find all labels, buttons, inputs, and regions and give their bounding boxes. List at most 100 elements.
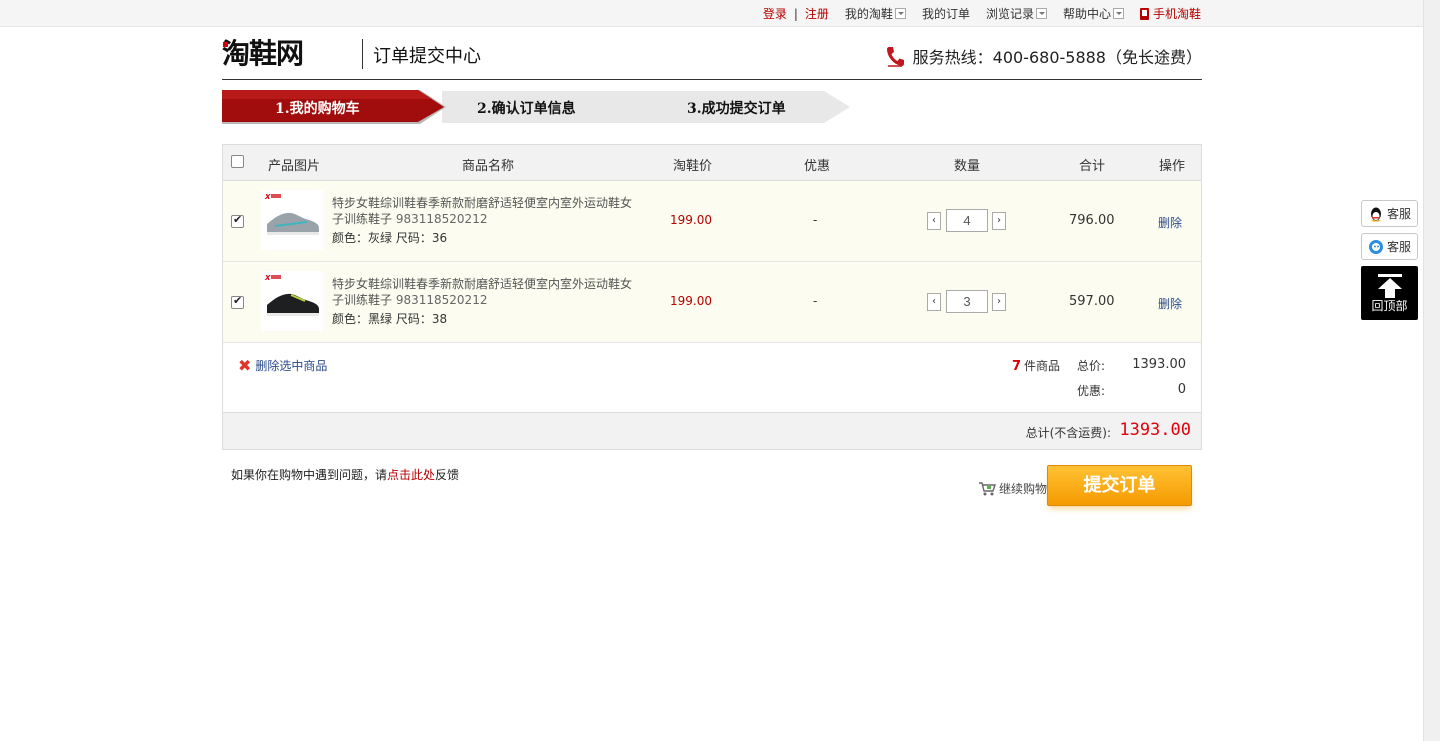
item-checkbox[interactable] <box>231 213 244 228</box>
my-orders-link[interactable]: 我的订单 <box>922 5 970 22</box>
vertical-scrollbar[interactable] <box>1423 0 1440 741</box>
wangwang-icon <box>1369 239 1383 254</box>
header-subtotal: 合计 <box>1079 159 1106 174</box>
step-confirm-order: 2.确认订单信息 <box>477 101 576 117</box>
grand-total-value: 1393.00 <box>1119 420 1191 440</box>
header-discount: 优惠 <box>804 159 831 174</box>
delete-item-link[interactable]: 删除 <box>1158 214 1182 231</box>
decrease-button[interactable]: ‹ <box>927 292 941 311</box>
select-all-checkbox[interactable] <box>231 155 244 168</box>
customer-service-button-ww[interactable]: 客服 <box>1361 233 1418 260</box>
product-attributes: 颜色：灰绿 尺码：36 <box>332 231 448 245</box>
unit-price: 199.00 <box>670 294 712 308</box>
login-separator: | <box>793 6 798 21</box>
header-price: 淘鞋价 <box>673 159 713 174</box>
service-label: 客服 <box>1387 207 1412 221</box>
mobile-link[interactable]: 手机淘鞋 <box>1139 5 1201 22</box>
service-label: 客服 <box>1387 240 1412 254</box>
logo-graphic: 淘鞋网 <box>222 37 304 69</box>
product-image[interactable]: X <box>261 190 323 250</box>
quantity-stepper: ‹ › <box>927 290 1006 313</box>
back-to-top-button[interactable]: 回顶部 <box>1361 266 1418 320</box>
product-image[interactable]: X <box>261 271 323 331</box>
mobile-phone-icon <box>1139 7 1149 20</box>
increase-button[interactable]: › <box>992 292 1006 311</box>
product-attributes: 颜色：黑绿 尺码：38 <box>332 312 448 326</box>
item-discount: - <box>813 213 818 227</box>
quantity-stepper: ‹ › <box>927 209 1006 232</box>
delete-selected-button[interactable]: ✖ 删除选中商品 <box>238 357 327 374</box>
item-count-number: 7 <box>1012 359 1022 374</box>
feedback-text: 如果你在购物中遇到问题，请点击此处反馈 <box>231 466 459 483</box>
top-navigation-bar: 登录 | 注册 我的淘鞋 我的订单 浏览记录 帮助中心 手机淘鞋 <box>0 0 1423 27</box>
history-label: 浏览记录 <box>985 7 1034 21</box>
table-row: X 特步女鞋综训鞋春季新款耐磨舒适轻便室内室外运动鞋女子训练鞋子 9831185… <box>223 262 1201 343</box>
quantity-input[interactable] <box>946 290 988 313</box>
mobile-label: 手机淘鞋 <box>1152 7 1201 21</box>
back-to-top-label: 回顶部 <box>1371 299 1408 313</box>
svg-text:X: X <box>264 193 271 201</box>
item-discount: - <box>813 294 818 308</box>
site-logo[interactable]: 淘鞋网 <box>222 37 356 69</box>
table-row: X 特步女鞋综训鞋春季新款耐磨舒适轻便室内室外运动鞋女子训练鞋子 9831185… <box>223 181 1201 262</box>
logo-red-dot <box>223 42 228 47</box>
cart-table: 产品图片 商品名称 淘鞋价 优惠 数量 合计 操作 X 特步女鞋综训鞋春季新款耐… <box>222 144 1202 450</box>
hotline-text: 服务热线：400-680-5888（免长途费） <box>912 48 1202 67</box>
my-taoxie-menu[interactable]: 我的淘鞋 <box>845 5 906 22</box>
discount-value: 0 <box>1177 382 1186 397</box>
delete-selected-label: 删除选中商品 <box>255 359 328 373</box>
feedback-prefix: 如果你在购物中遇到问题，请 <box>231 468 388 482</box>
table-header: 产品图片 商品名称 淘鞋价 优惠 数量 合计 操作 <box>223 145 1201 181</box>
header-image: 产品图片 <box>268 159 321 174</box>
continue-shopping-label: 继续购物 <box>999 482 1048 496</box>
item-count-suffix: 件商品 <box>1024 359 1061 373</box>
header-divider <box>362 39 363 69</box>
cart-summary: ✖ 删除选中商品 7 件商品 总价: 1393.00 优惠: 0 <box>223 343 1201 413</box>
qq-penguin-icon <box>1370 207 1382 222</box>
feedback-link[interactable]: 点击此处 <box>387 468 435 482</box>
item-checkbox[interactable] <box>231 294 244 309</box>
shoe-thumbnail: X <box>264 193 319 235</box>
product-name[interactable]: 特步女鞋综训鞋春季新款耐磨舒适轻便室内室外运动鞋女子训练鞋子 983118520… <box>332 195 637 227</box>
my-taoxie-label: 我的淘鞋 <box>844 7 893 21</box>
discount-label: 优惠: <box>1077 384 1106 398</box>
item-subtotal: 796.00 <box>1069 213 1115 228</box>
chevron-down-icon <box>1112 8 1124 19</box>
login-link[interactable]: 登录 <box>763 5 787 22</box>
continue-shopping-link[interactable]: 继续购物 <box>978 480 1047 497</box>
header-action: 操作 <box>1159 159 1186 174</box>
product-name[interactable]: 特步女鞋综训鞋春季新款耐磨舒适轻便室内室外运动鞋女子训练鞋子 983118520… <box>332 276 637 308</box>
page-title: 订单提交中心 <box>373 46 481 67</box>
arrow-up-icon <box>1377 274 1402 298</box>
increase-button[interactable]: › <box>992 211 1006 230</box>
decrease-button[interactable]: ‹ <box>927 211 941 230</box>
history-menu[interactable]: 浏览记录 <box>986 5 1047 22</box>
step-my-cart: 1.我的购物车 <box>275 101 360 117</box>
grand-total-label: 总计(不含运费): <box>1025 426 1111 440</box>
close-icon: ✖ <box>238 355 252 375</box>
help-menu[interactable]: 帮助中心 <box>1063 5 1124 22</box>
service-hotline: 服务热线：400-680-5888（免长途费） <box>885 44 1202 68</box>
item-subtotal: 597.00 <box>1069 294 1115 309</box>
checkout-steps: 1.我的购物车 2.确认订单信息 3.成功提交订单 <box>222 90 852 124</box>
step-order-submitted: 3.成功提交订单 <box>687 101 786 117</box>
register-link[interactable]: 注册 <box>805 5 829 22</box>
header-name: 商品名称 <box>462 159 515 174</box>
customer-service-button-qq[interactable]: 客服 <box>1361 200 1418 227</box>
help-label: 帮助中心 <box>1062 7 1111 21</box>
submit-order-button[interactable]: 提交订单 <box>1047 465 1192 506</box>
grand-total-bar: 总计(不含运费): 1393.00 <box>223 413 1201 449</box>
unit-price: 199.00 <box>670 213 712 227</box>
shopping-cart-icon <box>979 482 996 496</box>
shoe-thumbnail: X <box>264 274 319 316</box>
chevron-down-icon <box>1035 8 1047 19</box>
delete-item-link[interactable]: 删除 <box>1158 295 1182 312</box>
feedback-suffix: 反馈 <box>435 468 460 482</box>
logo-text: 淘鞋网 <box>222 37 303 69</box>
product-code: 983118520212 <box>395 212 488 226</box>
total-price-value: 1393.00 <box>1132 357 1186 372</box>
chevron-down-icon <box>894 8 906 19</box>
item-count: 7 件商品 <box>1012 357 1060 374</box>
svg-text:X: X <box>264 274 271 282</box>
quantity-input[interactable] <box>946 209 988 232</box>
